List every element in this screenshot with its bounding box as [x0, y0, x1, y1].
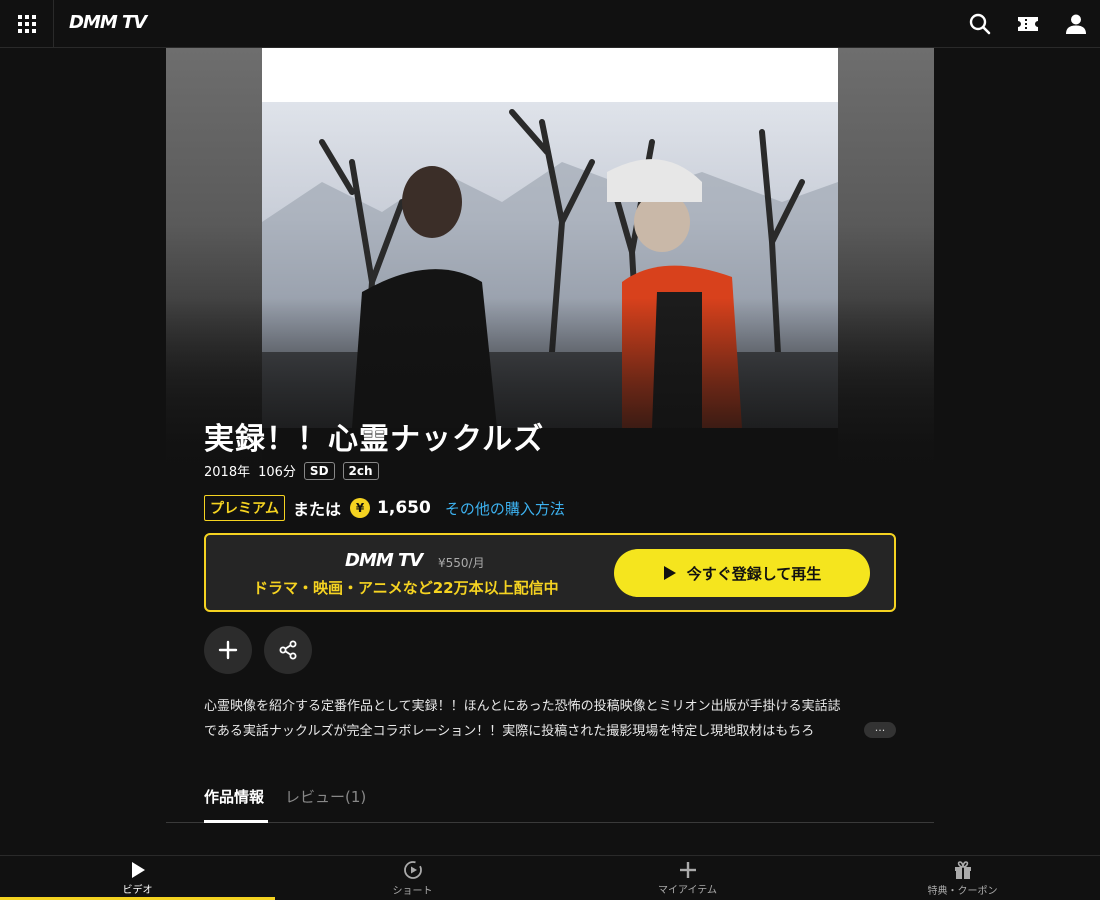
- page-title: 実録！！心霊ナックルズ: [204, 422, 545, 457]
- duration: 106分: [258, 465, 296, 480]
- hero-fade-overlay: [166, 298, 934, 488]
- search-button[interactable]: [968, 12, 992, 36]
- content-tabs: 作品情報 レビュー(1): [166, 780, 934, 823]
- promo-logo: DMM TV: [345, 550, 423, 571]
- subscription-promo: DMM TV ¥550/月 ドラマ・映画・アニメなど22万本以上配信中 今すぐ登…: [204, 533, 896, 612]
- plus-icon: [218, 640, 238, 660]
- nav-label: 特典・クーポン: [927, 886, 998, 897]
- dmm-tv-logo[interactable]: DMM TV: [69, 12, 147, 33]
- nav-label: ビデオ: [122, 885, 153, 896]
- description-line: 心霊映像を紹介する定番作品として実録！！ほんとにあった恐怖の投稿映像とミリオン出…: [204, 699, 841, 714]
- price-value: 1,650: [377, 498, 431, 518]
- tab-active-indicator: [204, 820, 268, 823]
- description: 心霊映像を紹介する定番作品として実録！！ほんとにあった恐怖の投稿映像とミリオン出…: [204, 694, 896, 744]
- grid-menu-button[interactable]: [0, 0, 54, 48]
- price-row: プレミアム または ¥ 1,650 その他の購入方法: [204, 495, 565, 521]
- nav-label: ショート: [392, 886, 433, 897]
- nav-my-items[interactable]: マイアイテム: [550, 856, 825, 900]
- add-to-list-button[interactable]: [204, 626, 252, 674]
- nav-perks-coupons[interactable]: 特典・クーポン: [825, 856, 1100, 900]
- description-line: である実話ナックルズが完全コラボレーション！！実際に投稿された撮影現場を特定し現…: [204, 724, 815, 739]
- title-meta: 2018年 106分 SD 2ch: [204, 461, 379, 480]
- quality-badge: SD: [303, 461, 335, 480]
- grid-menu-icon: [17, 15, 36, 33]
- ticket-icon: [1018, 17, 1038, 31]
- other-purchase-link[interactable]: その他の購入方法: [445, 498, 565, 519]
- tab-reviews[interactable]: レビュー(1): [285, 786, 366, 807]
- nav-short[interactable]: ショート: [275, 856, 550, 900]
- search-icon: [969, 13, 991, 35]
- share-button[interactable]: [264, 626, 312, 674]
- user-icon: [1066, 14, 1086, 34]
- play-icon: [131, 862, 145, 878]
- promo-price: ¥550/月: [438, 556, 485, 570]
- nav-video[interactable]: ビデオ: [0, 856, 275, 900]
- top-header: DMM TV: [0, 0, 1100, 48]
- audio-badge: 2ch: [342, 461, 379, 480]
- yen-coin-icon: ¥: [350, 498, 371, 518]
- release-year: 2018年: [204, 465, 251, 480]
- subscribe-play-label: 今すぐ登録して再生: [686, 564, 822, 583]
- ticket-button[interactable]: [1016, 12, 1040, 36]
- account-button[interactable]: [1064, 12, 1088, 36]
- plus-icon: [679, 862, 696, 878]
- play-icon: [663, 566, 676, 580]
- read-more-button[interactable]: ···: [864, 722, 896, 738]
- short-play-icon: [403, 861, 422, 879]
- nav-label: マイアイテム: [658, 885, 717, 896]
- subscribe-play-button[interactable]: 今すぐ登録して再生: [614, 549, 870, 597]
- bottom-navigation: ビデオ ショート マイアイテム 特典・クーポン: [0, 855, 1100, 900]
- or-label: または: [293, 500, 342, 519]
- gift-icon: [954, 861, 971, 879]
- tab-info[interactable]: 作品情報: [204, 786, 264, 807]
- premium-badge: プレミアム: [204, 495, 286, 521]
- share-icon: [279, 640, 297, 660]
- promo-copy: ドラマ・映画・アニメなど22万本以上配信中: [253, 579, 559, 597]
